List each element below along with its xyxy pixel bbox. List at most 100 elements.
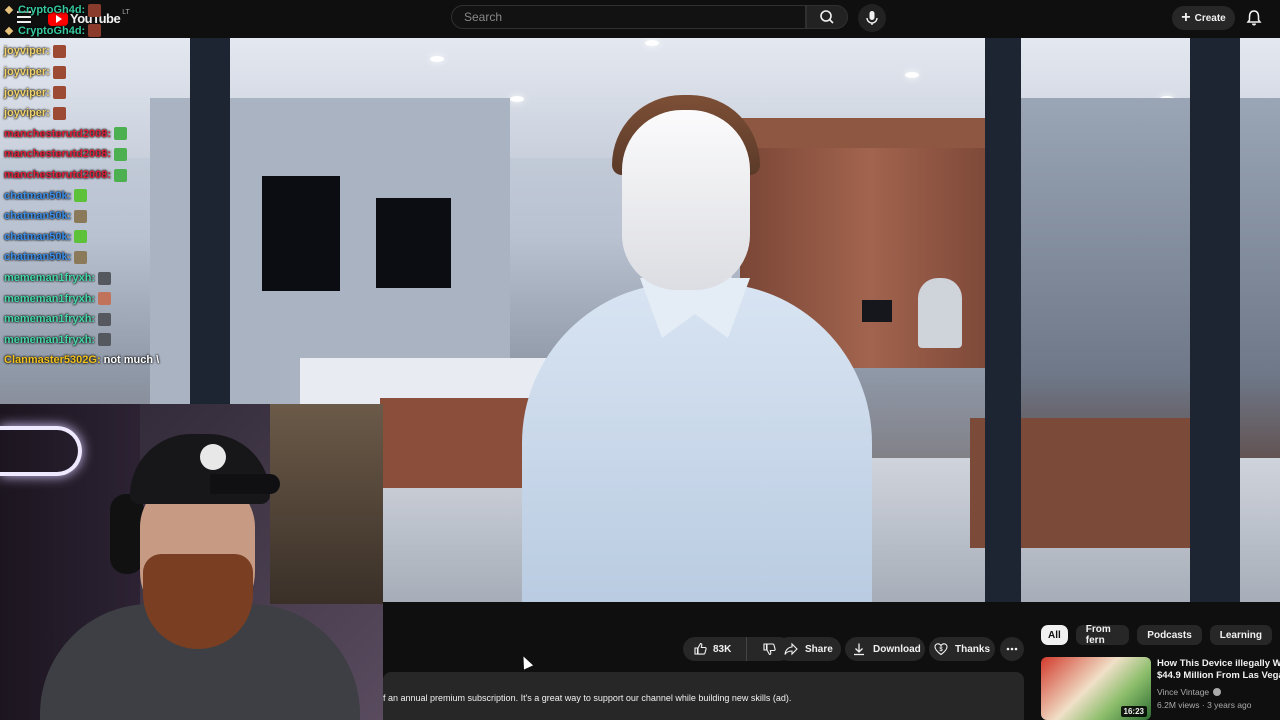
chat-message: mememan1fryxh: <box>4 330 264 351</box>
chat-message: chatman50k: <box>4 227 264 248</box>
chat-username: chatman50k: <box>4 251 72 264</box>
video-duration: 16:23 <box>1120 706 1147 717</box>
share-button[interactable]: Share <box>777 637 841 661</box>
chat-message: manchesterutd2008: <box>4 165 264 186</box>
chat-message: mememan1fryxh: <box>4 268 264 289</box>
chat-username: CryptoGh4d: <box>18 24 86 37</box>
chat-emote-icon <box>98 271 112 285</box>
chip-learning[interactable]: Learning <box>1209 625 1272 645</box>
chat-username: mememan1fryxh: <box>4 333 96 346</box>
video-frame-display <box>376 198 451 288</box>
chat-message: chatman50k: <box>4 206 264 227</box>
chat-emote-icon <box>74 189 88 203</box>
channel-name: Vince Vintage <box>1157 687 1210 697</box>
chat-username: chatman50k: <box>4 210 72 223</box>
video-frame-shirt <box>522 283 872 602</box>
video-frame-faceless-head <box>622 110 750 290</box>
chip-from-fern[interactable]: From fern <box>1075 624 1130 646</box>
like-dislike-group: 83K <box>683 637 791 661</box>
webcam-ring-light <box>0 426 82 476</box>
create-button[interactable]: + Create <box>1172 6 1235 30</box>
chat-emote-icon <box>88 24 102 38</box>
chat-message-text: not much \ <box>103 354 160 367</box>
chat-username: CryptoGh4d: <box>18 4 86 17</box>
ceiling-light <box>645 40 659 46</box>
download-icon <box>854 643 864 656</box>
webcam-headphones <box>110 494 144 574</box>
webcam-background-window <box>270 404 383 604</box>
like-count: 83K <box>713 643 732 655</box>
chat-emote-icon <box>52 44 66 58</box>
mouse-cursor-icon <box>518 654 534 670</box>
chat-emote-icon <box>52 106 66 120</box>
search-icon <box>820 10 834 24</box>
chat-emote-icon <box>114 127 127 141</box>
video-frame-clerk <box>918 278 962 348</box>
video-frame-pillar <box>985 38 1021 602</box>
chat-emote-icon <box>98 292 112 306</box>
cap-logo-icon <box>200 444 226 470</box>
microphone-icon <box>866 11 878 25</box>
like-button[interactable]: 83K <box>683 637 747 661</box>
title-line-1: How This Device illegally Won <box>1157 658 1280 669</box>
chat-emote-icon <box>74 250 88 264</box>
chip-podcasts[interactable]: Podcasts <box>1137 625 1202 645</box>
chat-message: Clanmaster5302G: not much \ <box>4 350 264 371</box>
plus-icon: + <box>1181 9 1191 26</box>
ceiling-light <box>510 96 524 102</box>
chat-emote-icon <box>98 312 112 326</box>
chat-message: chatman50k: <box>4 185 264 206</box>
title-line-2: $44.9 Million From Las Vegas <box>1157 670 1280 681</box>
share-icon <box>784 642 798 656</box>
stream-chat-overlay: CryptoGh4d: CryptoGh4d: joyviper: joyviper:… <box>4 0 264 371</box>
notifications-bell-icon[interactable] <box>1245 9 1263 27</box>
description-text: f an annual premium subscription. It's a… <box>383 693 792 703</box>
chat-username: manchesterutd2008: <box>4 127 111 140</box>
chat-message: CryptoGh4d: <box>4 21 264 42</box>
chat-message: CryptoGh4d: <box>4 0 264 21</box>
chat-username: chatman50k: <box>4 230 72 243</box>
search-input[interactable] <box>451 5 806 29</box>
chat-emote-icon <box>74 209 88 223</box>
thanks-heart-dollar-icon: $ <box>934 643 948 656</box>
recommended-video-meta: 6.2M views · 3 years ago <box>1157 700 1252 710</box>
chat-message: manchesterutd2008: <box>4 124 264 145</box>
share-label: Share <box>805 643 833 655</box>
video-frame-display <box>262 176 340 291</box>
chat-badge-icon <box>4 26 14 36</box>
chat-message: joyviper: <box>4 62 264 83</box>
chat-username: mememan1fryxh: <box>4 272 96 285</box>
chat-message: joyviper: <box>4 41 264 62</box>
chat-message: mememan1fryxh: <box>4 309 264 330</box>
chat-emote-icon <box>74 230 88 244</box>
chat-emote-icon <box>114 168 127 182</box>
chat-message: joyviper: <box>4 82 264 103</box>
recommended-video-channel[interactable]: Vince Vintage <box>1157 687 1222 697</box>
recommended-video[interactable]: 16:23 How This Device illegally Won $44.… <box>1041 657 1280 720</box>
download-button[interactable]: Download <box>845 637 925 661</box>
download-label: Download <box>873 643 921 655</box>
ceiling-light <box>430 56 444 62</box>
chat-username: joyviper: <box>4 66 50 79</box>
create-label: Create <box>1194 12 1226 24</box>
chat-emote-icon <box>114 147 127 161</box>
chat-username: joyviper: <box>4 107 50 120</box>
chat-username: joyviper: <box>4 45 50 58</box>
search-button[interactable] <box>806 5 848 29</box>
chip-all[interactable]: All <box>1041 625 1068 645</box>
voice-search-button[interactable] <box>858 4 886 32</box>
chat-message: manchesterutd2008: <box>4 144 264 165</box>
more-actions-button[interactable] <box>1000 637 1024 661</box>
thanks-button[interactable]: $ Thanks <box>929 637 995 661</box>
chat-username: manchesterutd2008: <box>4 148 111 161</box>
recommendation-filter-chips: All From fern Podcasts Learning <box>1041 624 1280 646</box>
chat-username: mememan1fryxh: <box>4 292 96 305</box>
chat-emote-icon <box>88 3 102 17</box>
chat-message: mememan1fryxh: <box>4 288 264 309</box>
recommended-video-thumbnail[interactable]: 16:23 <box>1041 657 1151 720</box>
webcam-cap-brim <box>210 474 280 494</box>
video-frame-pillar <box>1190 38 1240 602</box>
recommended-video-title[interactable]: How This Device illegally Won $44.9 Mill… <box>1157 658 1280 682</box>
video-description[interactable]: f an annual premium subscription. It's a… <box>383 672 1024 720</box>
chat-badge-icon <box>4 6 14 15</box>
